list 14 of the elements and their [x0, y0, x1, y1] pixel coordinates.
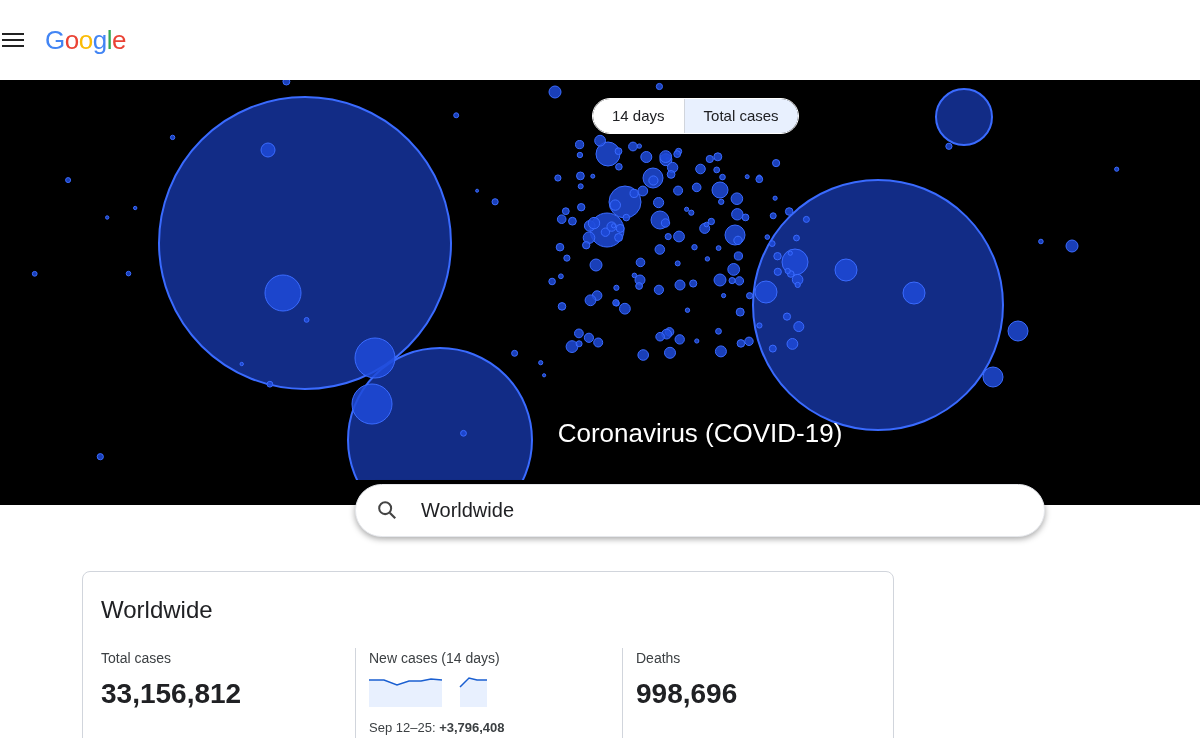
- stat-value: 998,696: [636, 677, 738, 711]
- google-logo[interactable]: Google: [45, 27, 126, 53]
- search-field[interactable]: Worldwide: [355, 484, 1045, 537]
- stat-label: Total cases: [101, 649, 172, 668]
- map-mode-tab[interactable]: 14 days: [593, 99, 684, 133]
- search-icon: [376, 499, 398, 521]
- new-cases-summary: Sep 12–25: +3,796,408: [369, 719, 505, 737]
- stat-label: Deaths: [636, 649, 681, 668]
- stat-value: 33,156,812: [101, 677, 242, 711]
- map-mode-tab[interactable]: Total cases: [683, 99, 798, 133]
- stat-label: New cases (14 days): [369, 649, 500, 668]
- card-title: Worldwide: [101, 595, 213, 625]
- menu-icon[interactable]: [2, 32, 24, 48]
- page-title: Coronavirus (COVID-19): [556, 417, 844, 450]
